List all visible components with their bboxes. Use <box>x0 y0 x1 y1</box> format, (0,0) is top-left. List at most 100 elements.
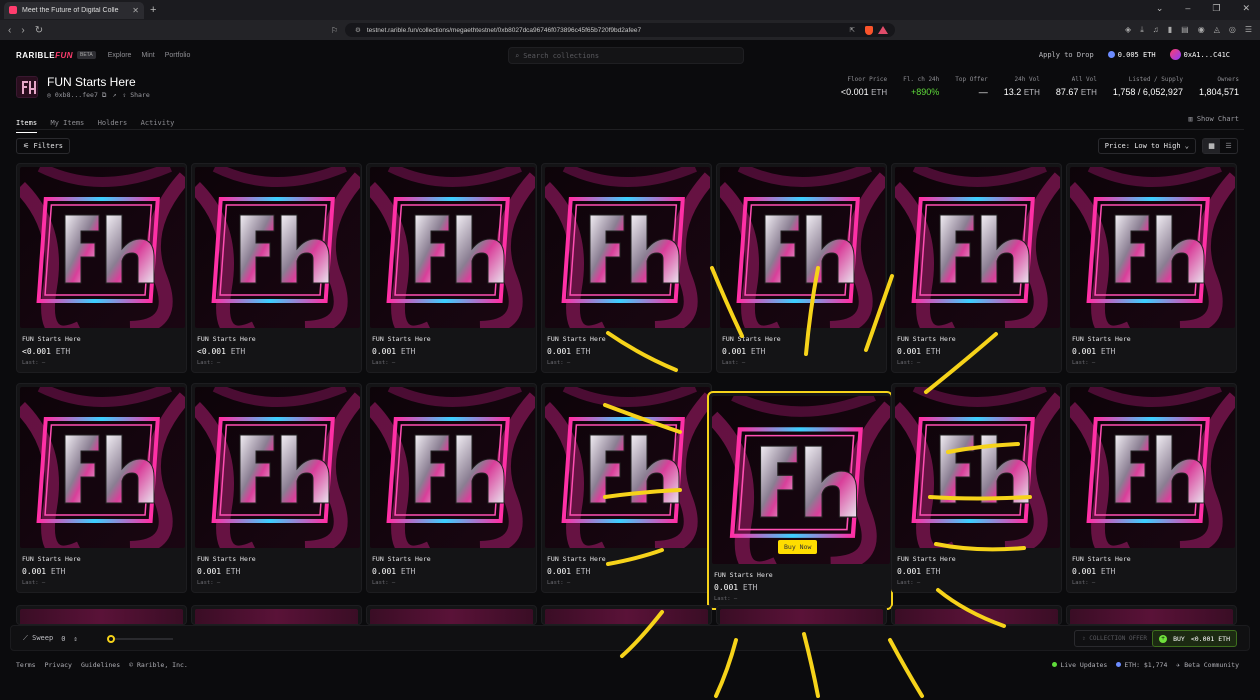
wallet-balance[interactable]: 0.005 ETH <box>1107 51 1156 59</box>
nav-mint[interactable]: Mint <box>141 52 154 59</box>
stepper-icon[interactable]: ⇕ <box>73 635 77 643</box>
tab-list-icon[interactable]: ⌄ <box>1156 3 1164 14</box>
show-chart-button[interactable]: ▥ Show Chart <box>1188 115 1239 123</box>
reader-icon[interactable]: ▤ <box>1181 25 1189 35</box>
window-controls: ⌄ – ❐ ✕ <box>1156 3 1250 14</box>
apply-to-drop-link[interactable]: Apply to Drop <box>1039 51 1094 59</box>
close-tab-icon[interactable]: ✕ <box>132 6 139 15</box>
tab-holders[interactable]: Holders <box>98 119 128 132</box>
nft-price: 0.001 ETH <box>372 567 416 576</box>
external-link-icon[interactable]: ↗ <box>112 91 116 100</box>
share-icon[interactable]: ⇱ <box>850 26 855 34</box>
new-tab-icon[interactable]: + <box>150 4 156 16</box>
collection-header: FUN Starts Here ◎ 0xb8...fee7 ⧉ ↗ ⇪ Shar… <box>16 75 1244 106</box>
footer-copyright: © Rarible, Inc. <box>129 661 188 669</box>
nav-explore[interactable]: Explore <box>108 52 132 59</box>
nft-card[interactable]: FUN Starts Here <0.001 ETH Last: – <box>191 163 362 373</box>
stat-label: Owners <box>1217 76 1239 83</box>
reload-icon[interactable]: ↻ <box>35 25 43 36</box>
tab-items[interactable]: Items <box>16 119 38 133</box>
view-toggle: ▦ ☰ <box>1202 138 1238 154</box>
nft-name: FUN Starts Here <box>22 555 81 563</box>
bookmark-icon[interactable]: ⚐ <box>331 26 338 35</box>
nft-card[interactable]: FUN Starts Here 0.001 ETH Last: – <box>191 383 362 593</box>
nft-card[interactable]: FUN Starts Here 0.001 ETH Last: – <box>541 163 712 373</box>
stat-label: Fl. ch 24h <box>903 76 940 83</box>
nft-name: FUN Starts Here <box>372 335 431 343</box>
stat-value: — <box>978 87 988 97</box>
browser-tabbar: Meet the Future of Digital Colle ✕ + ⌄ –… <box>0 0 1260 20</box>
nft-last-sale: Last: – <box>897 360 921 366</box>
media-icon[interactable]: ♫ <box>1153 25 1159 35</box>
nft-price: 0.001 ETH <box>22 567 66 576</box>
tab-my-items[interactable]: My Items <box>51 119 85 132</box>
maximize-icon[interactable]: ❐ <box>1212 3 1220 14</box>
nav-portfolio[interactable]: Portfolio <box>165 52 191 59</box>
buy-now-button[interactable]: Buy Now <box>778 540 818 554</box>
slider-knob[interactable] <box>107 635 115 643</box>
close-window-icon[interactable]: ✕ <box>1242 3 1250 14</box>
minimize-icon[interactable]: – <box>1185 3 1190 14</box>
nft-price: 0.001 ETH <box>897 347 941 356</box>
forward-icon[interactable]: › <box>21 25 24 36</box>
brave-shield-icon[interactable] <box>865 26 873 35</box>
nft-card[interactable] <box>16 605 187 625</box>
grid-view-icon[interactable]: ▦ <box>1203 139 1220 153</box>
download-icon[interactable]: ⤓ <box>1140 25 1144 35</box>
vpn-icon[interactable]: ◎ <box>1229 25 1236 35</box>
nft-card[interactable]: FUN Starts Here 0.001 ETH Last: – <box>16 383 187 593</box>
nft-card[interactable] <box>366 605 537 625</box>
nft-card[interactable]: FUN Starts Here 0.001 ETH Last: – <box>716 163 887 373</box>
rarible-favicon-icon <box>9 6 17 14</box>
nft-card[interactable] <box>1066 605 1237 625</box>
nft-card[interactable]: FUN Starts Here 0.001 ETH Last: – <box>891 163 1062 373</box>
address-bar[interactable]: ⚐ ⚙ testnet.rarible.fun/collections/mega… <box>331 23 895 37</box>
tab-activity[interactable]: Activity <box>141 119 175 132</box>
nft-card[interactable] <box>891 605 1062 625</box>
back-icon[interactable]: ‹ <box>8 25 11 36</box>
nft-card[interactable]: FUN Starts Here <0.001 ETH Last: – <box>16 163 187 373</box>
nft-card[interactable] <box>191 605 362 625</box>
screenshot-icon[interactable]: ◉ <box>1198 25 1205 35</box>
share-button[interactable]: ⇪ Share <box>122 91 149 100</box>
nft-name: FUN Starts Here <box>1072 555 1131 563</box>
sweep-count-input[interactable]: 0 <box>61 635 65 643</box>
nft-card[interactable] <box>716 605 887 625</box>
nft-card[interactable]: FUN Starts Here 0.001 ETH Last: – <box>366 383 537 593</box>
rarible-logo[interactable]: RARIBLEFUN <box>16 51 73 60</box>
nft-card[interactable] <box>541 605 712 625</box>
footer-terms[interactable]: Terms <box>16 661 36 669</box>
stat-label: Top Offer <box>955 76 988 83</box>
collection-offer-button[interactable]: ⇪ COLLECTION OFFER <box>1073 630 1155 647</box>
stat-value: 13.2 ETH <box>1003 87 1040 97</box>
list-view-icon[interactable]: ☰ <box>1220 139 1237 153</box>
nft-card[interactable]: FUN Starts Here 0.001 ETH Last: – <box>366 163 537 373</box>
extension-icon[interactable]: ◈ <box>1125 25 1131 35</box>
brave-rewards-icon[interactable] <box>878 26 888 34</box>
tab-title: Meet the Future of Digital Colle <box>22 6 119 14</box>
nft-card[interactable]: FUN Starts Here 0.001 ETH Last: – Buy Now <box>707 391 893 610</box>
site-info-icon[interactable]: ⚙ <box>355 26 361 34</box>
contract-address[interactable]: ◎ 0xb8...fee7 ⧉ <box>47 91 106 100</box>
wallet-icon[interactable]: ◬ <box>1214 25 1220 35</box>
stat-value: 87.67 ETH <box>1055 87 1097 97</box>
buy-button[interactable]: + BUY <0.001 ETH <box>1152 630 1237 647</box>
search-input[interactable]: ⌕ Search collections <box>508 47 744 64</box>
account-button[interactable]: 0xA1...C41C <box>1169 49 1230 60</box>
nft-card[interactable]: FUN Starts Here 0.001 ETH Last: – <box>541 383 712 593</box>
footer-privacy[interactable]: Privacy <box>45 661 72 669</box>
menu-icon[interactable]: ☰ <box>1245 25 1252 35</box>
nft-card[interactable]: FUN Starts Here 0.001 ETH Last: – <box>1066 383 1237 593</box>
beta-community-link[interactable]: ✈ Beta Community <box>1176 661 1239 669</box>
browser-tab[interactable]: Meet the Future of Digital Colle ✕ <box>4 1 144 19</box>
collection-stats: Floor Price <0.001 ETH Fl. ch 24h +890% Top … <box>841 76 1239 97</box>
sweep-slider[interactable] <box>107 635 173 643</box>
stat-label: All Vol <box>1071 76 1097 83</box>
sort-dropdown[interactable]: Price: Low to High ⌄ <box>1097 138 1196 154</box>
filters-button[interactable]: ⚟ Filters <box>16 138 71 154</box>
nft-card[interactable]: FUN Starts Here 0.001 ETH Last: – <box>891 383 1062 593</box>
sidebar-icon[interactable]: ▮ <box>1168 25 1172 35</box>
footer-guidelines[interactable]: Guidelines <box>81 661 120 669</box>
nft-last-sale: Last: – <box>714 596 738 602</box>
nft-card[interactable]: FUN Starts Here 0.001 ETH Last: – <box>1066 163 1237 373</box>
